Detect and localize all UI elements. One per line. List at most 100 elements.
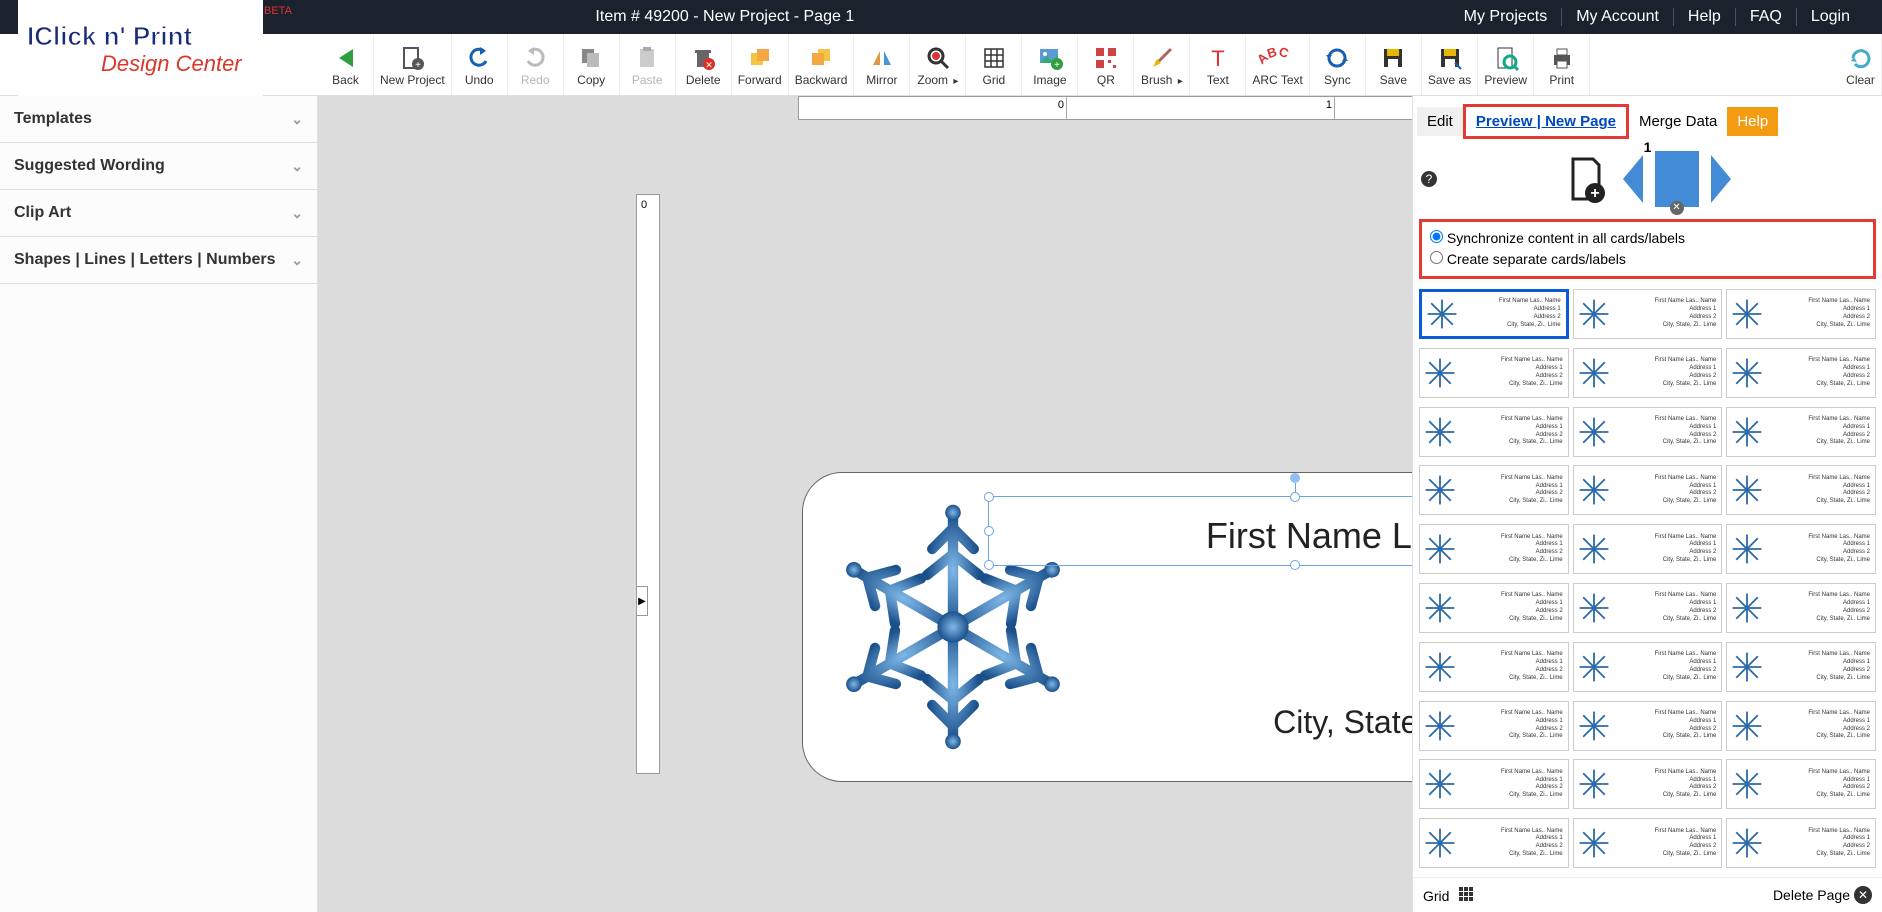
label-thumb[interactable]: First Name Las.. NameAddress 1Address 2C… bbox=[1726, 818, 1876, 868]
page-thumbnail[interactable]: ✕ bbox=[1655, 151, 1699, 207]
image-button[interactable]: +Image bbox=[1022, 34, 1078, 95]
toolbar-label: Save as bbox=[1428, 73, 1471, 87]
label-thumb[interactable]: First Name Las.. NameAddress 1Address 2C… bbox=[1726, 759, 1876, 809]
save-as-button[interactable]: Save as bbox=[1422, 34, 1478, 95]
label-thumb[interactable]: First Name Las.. NameAddress 1Address 2C… bbox=[1726, 465, 1876, 515]
delete-page-button[interactable]: Delete Page ✕ bbox=[1773, 886, 1872, 904]
card-line-2[interactable]: Address 1 bbox=[1083, 570, 1412, 631]
label-thumb[interactable]: First Name Las.. NameAddress 1Address 2C… bbox=[1419, 818, 1569, 868]
sidebar-section-1[interactable]: Suggested Wording⌄ bbox=[0, 143, 317, 190]
sidebar-section-0[interactable]: Templates⌄ bbox=[0, 96, 317, 143]
delete-button[interactable]: ✕Delete bbox=[676, 34, 732, 95]
tab-edit[interactable]: Edit bbox=[1417, 107, 1463, 136]
nav-my-projects[interactable]: My Projects bbox=[1450, 8, 1562, 26]
label-thumb[interactable]: First Name Las.. NameAddress 1Address 2C… bbox=[1573, 348, 1723, 398]
clear-button[interactable]: Clear bbox=[1840, 34, 1882, 95]
save-button[interactable]: Save bbox=[1366, 34, 1422, 95]
resize-handle-nw[interactable] bbox=[984, 492, 994, 502]
label-thumb[interactable]: First Name Las.. NameAddress 1Address 2C… bbox=[1573, 524, 1723, 574]
label-thumb[interactable]: First Name Las.. NameAddress 1Address 2C… bbox=[1726, 407, 1876, 457]
paste-button[interactable]: Paste bbox=[620, 34, 676, 95]
label-thumb[interactable]: First Name Las.. NameAddress 1Address 2C… bbox=[1419, 583, 1569, 633]
label-thumb[interactable]: First Name Las.. NameAddress 1Address 2C… bbox=[1726, 289, 1876, 339]
resize-handle-w[interactable] bbox=[984, 526, 994, 536]
prev-page-arrow[interactable] bbox=[1623, 155, 1643, 203]
radio-separate[interactable]: Create separate cards/labels bbox=[1430, 249, 1865, 270]
backward-button[interactable]: Backward bbox=[789, 34, 855, 95]
ruler-tick: 0 bbox=[1058, 99, 1064, 111]
help-icon[interactable]: ? bbox=[1421, 171, 1437, 187]
print-button[interactable]: Print bbox=[1534, 34, 1590, 95]
preview-button[interactable]: Preview bbox=[1478, 34, 1534, 95]
chevron-down-icon: ⌄ bbox=[291, 158, 303, 175]
save-icon bbox=[1380, 43, 1406, 73]
nav-login[interactable]: Login bbox=[1796, 8, 1864, 26]
thumb-text: First Name Las.. NameAddress 1Address 2C… bbox=[1765, 357, 1873, 388]
rotate-handle[interactable] bbox=[1290, 473, 1300, 483]
arc-text-button[interactable]: ABCARC Text bbox=[1246, 34, 1309, 95]
undo-button[interactable]: Undo bbox=[452, 34, 508, 95]
nav-help[interactable]: Help bbox=[1673, 8, 1735, 26]
label-thumb[interactable]: First Name Las.. NameAddress 1Address 2C… bbox=[1726, 642, 1876, 692]
label-thumb[interactable]: First Name Las.. NameAddress 1Address 2C… bbox=[1419, 465, 1569, 515]
sidebar-expand-handle[interactable]: ▶ bbox=[636, 586, 648, 616]
text-button[interactable]: TText bbox=[1190, 34, 1246, 95]
thumb-text: First Name Las.. NameAddress 1Address 2C… bbox=[1612, 475, 1720, 506]
label-thumb[interactable]: First Name Las.. NameAddress 1Address 2C… bbox=[1726, 524, 1876, 574]
thumb-text: First Name Las.. NameAddress 1Address 2C… bbox=[1612, 534, 1720, 565]
new-project-button[interactable]: +New Project bbox=[374, 34, 452, 95]
resize-handle-n[interactable] bbox=[1290, 492, 1300, 502]
resize-handle-sw[interactable] bbox=[984, 560, 994, 570]
sync-button[interactable]: Sync bbox=[1310, 34, 1366, 95]
qr-button[interactable]: QR bbox=[1078, 34, 1134, 95]
label-thumb[interactable]: First Name Las.. NameAddress 1Address 2C… bbox=[1419, 407, 1569, 457]
radio-sync-all[interactable]: Synchronize content in all cards/labels bbox=[1430, 228, 1865, 249]
label-thumb[interactable]: First Name Las.. NameAddress 1Address 2C… bbox=[1726, 701, 1876, 751]
resize-handle-s[interactable] bbox=[1290, 560, 1300, 570]
card-line-4[interactable]: City, State, Zip Code bbox=[1083, 692, 1412, 753]
toolbar-label: Back bbox=[332, 73, 359, 87]
tab-help[interactable]: Help bbox=[1727, 107, 1778, 136]
label-thumb[interactable]: First Name Las.. NameAddress 1Address 2C… bbox=[1573, 759, 1723, 809]
label-thumb[interactable]: First Name Las.. NameAddress 1Address 2C… bbox=[1573, 818, 1723, 868]
label-thumb[interactable]: First Name Las.. NameAddress 1Address 2C… bbox=[1573, 289, 1723, 339]
selection-box[interactable] bbox=[988, 496, 1412, 566]
thumb-text: First Name Las.. NameAddress 1Address 2C… bbox=[1765, 710, 1873, 741]
tab-merge-data[interactable]: Merge Data bbox=[1629, 107, 1727, 136]
zoom-button[interactable]: Zoom ▸ bbox=[910, 34, 966, 95]
card-line-3[interactable]: Address 2 bbox=[1083, 631, 1412, 692]
label-thumb[interactable]: First Name Las.. NameAddress 1Address 2C… bbox=[1419, 642, 1569, 692]
grid-toggle[interactable]: Grid bbox=[1423, 887, 1473, 904]
redo-button[interactable]: Redo bbox=[508, 34, 564, 95]
label-thumb[interactable]: First Name Las.. NameAddress 1Address 2C… bbox=[1573, 701, 1723, 751]
thumb-text: First Name Las.. NameAddress 1Address 2C… bbox=[1612, 828, 1720, 859]
sidebar-section-2[interactable]: Clip Art⌄ bbox=[0, 190, 317, 237]
nav-my-account[interactable]: My Account bbox=[1561, 8, 1673, 26]
label-thumb[interactable]: First Name Las.. NameAddress 1Address 2C… bbox=[1419, 289, 1569, 339]
logo[interactable]: IClick n' Print Design Center bbox=[18, 0, 263, 96]
label-thumb[interactable]: First Name Las.. NameAddress 1Address 2C… bbox=[1726, 348, 1876, 398]
grid-button[interactable]: Grid bbox=[966, 34, 1022, 95]
label-thumb[interactable]: First Name Las.. NameAddress 1Address 2C… bbox=[1573, 465, 1723, 515]
next-page-arrow[interactable] bbox=[1711, 155, 1731, 203]
label-thumb[interactable]: First Name Las.. NameAddress 1Address 2C… bbox=[1573, 583, 1723, 633]
label-thumb[interactable]: First Name Las.. NameAddress 1Address 2C… bbox=[1573, 407, 1723, 457]
label-thumb[interactable]: First Name Las.. NameAddress 1Address 2C… bbox=[1419, 701, 1569, 751]
forward-button[interactable]: Forward bbox=[732, 34, 789, 95]
add-page-button[interactable]: + bbox=[1565, 155, 1607, 203]
label-thumb[interactable]: First Name Las.. NameAddress 1Address 2C… bbox=[1419, 759, 1569, 809]
back-button[interactable]: Back bbox=[318, 34, 374, 95]
label-thumb[interactable]: First Name Las.. NameAddress 1Address 2C… bbox=[1419, 348, 1569, 398]
nav-faq[interactable]: FAQ bbox=[1735, 8, 1796, 26]
tab-preview-new-page[interactable]: Preview | New Page bbox=[1466, 107, 1626, 136]
canvas[interactable]: 0 1 2 0 ▶ bbox=[318, 96, 1412, 912]
brush-button[interactable]: Brush ▸ bbox=[1134, 34, 1190, 95]
copy-button[interactable]: Copy bbox=[564, 34, 620, 95]
delete-page-icon[interactable]: ✕ bbox=[1670, 201, 1684, 215]
sidebar-section-3[interactable]: Shapes | Lines | Letters | Numbers⌄ bbox=[0, 237, 317, 284]
mirror-button[interactable]: Mirror bbox=[854, 34, 910, 95]
label-thumb[interactable]: First Name Las.. NameAddress 1Address 2C… bbox=[1726, 583, 1876, 633]
thumb-text: First Name Las.. NameAddress 1Address 2C… bbox=[1458, 651, 1566, 682]
label-thumb[interactable]: First Name Las.. NameAddress 1Address 2C… bbox=[1419, 524, 1569, 574]
label-thumb[interactable]: First Name Las.. NameAddress 1Address 2C… bbox=[1573, 642, 1723, 692]
